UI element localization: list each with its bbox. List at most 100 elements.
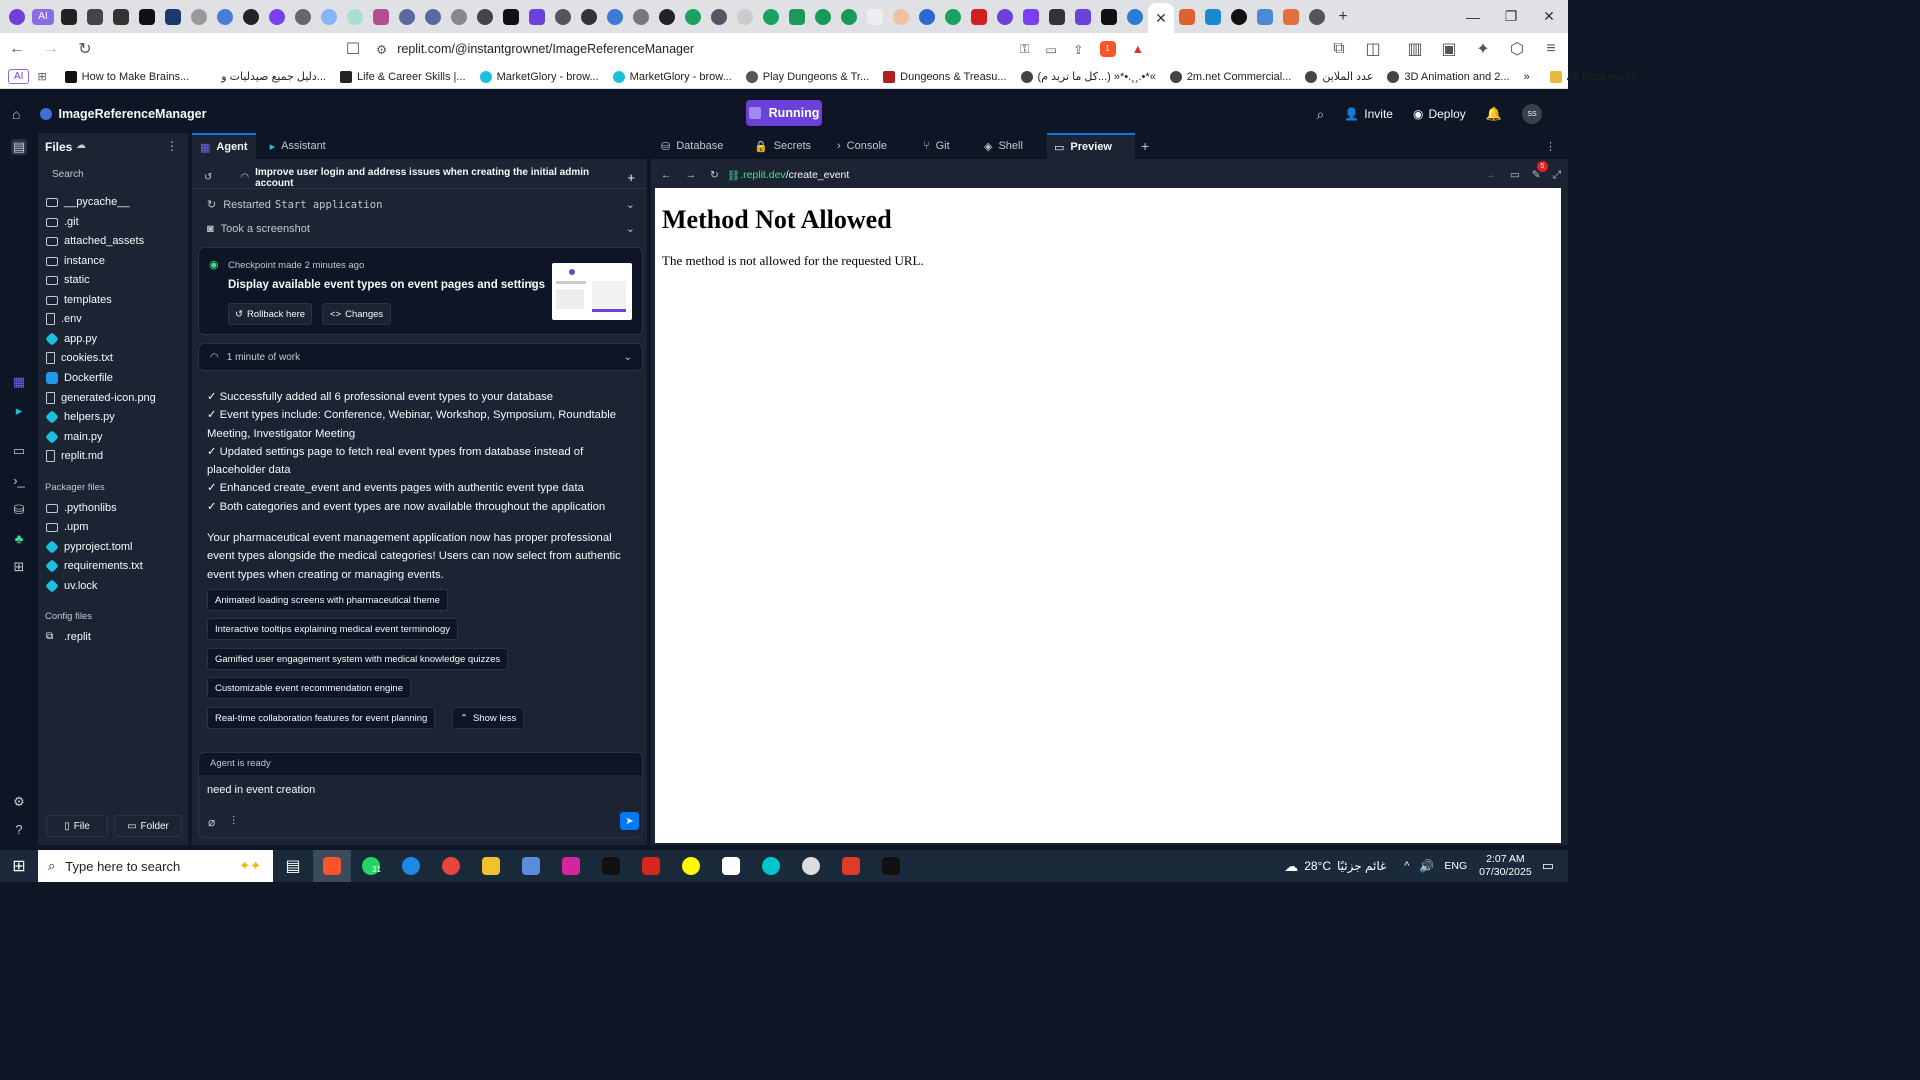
bookmark-item[interactable]: عدد الملاين — [1305, 70, 1373, 83]
chat-input[interactable]: need in event creation — [207, 784, 627, 796]
file-search-input[interactable]: Search — [45, 166, 179, 186]
devtools-icon[interactable]: ✎ 5 — [1532, 161, 1548, 181]
restore-button[interactable]: ❐ — [1492, 8, 1530, 25]
kebab-icon[interactable]: ⋮ — [1545, 133, 1556, 159]
share-icon[interactable]: ⇪ — [1073, 42, 1083, 57]
file-item[interactable]: Dockerfile — [46, 369, 113, 387]
reload-icon[interactable]: ↻ — [74, 39, 96, 59]
chevron-down-icon[interactable]: ⌄ — [626, 222, 635, 235]
tab-favicon[interactable] — [992, 4, 1018, 30]
ai-app-icon[interactable] — [718, 855, 744, 877]
tab-favicon[interactable] — [1122, 4, 1148, 30]
home-icon[interactable]: ⌂ — [12, 106, 20, 122]
assistant-icon[interactable]: ▸ — [11, 403, 27, 419]
project-name[interactable]: ImageReferenceManager — [58, 107, 206, 121]
volume-icon[interactable]: 🔊 — [1419, 859, 1434, 873]
chevron-down-icon[interactable]: ⌄ — [626, 198, 635, 211]
tab-favicon[interactable] — [1096, 4, 1122, 30]
tray-chevron-icon[interactable]: ^ — [1404, 860, 1409, 872]
bookmark-item[interactable]: How to Make Brains... — [64, 70, 189, 83]
folder-item[interactable]: static — [46, 271, 90, 289]
snapchat-icon[interactable] — [678, 855, 704, 877]
chatgpt-icon[interactable] — [798, 855, 824, 877]
tab-favicon[interactable] — [420, 4, 446, 30]
tab-favicon[interactable] — [602, 4, 628, 30]
folder-item[interactable]: __pycache__ — [46, 193, 129, 211]
tab-favicon[interactable] — [1226, 4, 1252, 30]
attach-icon[interactable]: ⌀ — [208, 815, 215, 829]
extensions-icon[interactable]: ⧉ — [1328, 40, 1350, 58]
open-external-icon[interactable]: ⤢ — [1553, 169, 1561, 182]
address-bar[interactable]: ⚙ replit.com/@instantgrownet/ImageRefere… — [376, 35, 1152, 63]
tab-ai[interactable]: AI — [30, 4, 56, 30]
help-icon[interactable]: ⚙ — [11, 794, 27, 810]
back-icon[interactable]: ← — [661, 169, 672, 181]
tab-favicon[interactable] — [862, 4, 888, 30]
tab-favicon[interactable] — [628, 4, 654, 30]
tab-favicon[interactable] — [576, 4, 602, 30]
file-item[interactable]: main.py — [45, 428, 103, 446]
tab-favicon[interactable] — [56, 4, 82, 30]
sync-icon[interactable]: ☁ — [76, 140, 86, 151]
url-host[interactable]: .replit.dev — [740, 169, 786, 181]
question-icon[interactable]: ? — [11, 822, 27, 838]
all-bookmarks-folder[interactable]: All Bookmarks — [1549, 70, 1637, 83]
file-item[interactable]: generated-icon.png — [46, 389, 156, 407]
chevron-down-icon[interactable]: ⌄ — [624, 352, 632, 363]
send-button[interactable]: ➤ — [620, 812, 639, 830]
canva-icon[interactable] — [758, 855, 784, 877]
whatsapp-icon[interactable]: 31 — [358, 855, 384, 877]
run-button[interactable]: Running — [746, 100, 822, 126]
folder-item[interactable]: instance — [46, 252, 105, 270]
clock[interactable]: 2:07 AM 07/30/2025 — [1479, 853, 1532, 879]
bookmark-item[interactable]: Dungeons & Treasu... — [883, 70, 1007, 83]
tab-console[interactable]: › Console — [837, 133, 887, 159]
folder-item[interactable]: templates — [46, 291, 112, 309]
bell-icon[interactable]: 🔔 — [1486, 106, 1502, 122]
tab-favicon[interactable] — [160, 4, 186, 30]
tab-favicon[interactable] — [446, 4, 472, 30]
preview-icon[interactable]: ▭ — [11, 443, 27, 459]
deploy-button[interactable]: ◉ Deploy — [1413, 107, 1466, 121]
go-arrow-icon[interactable]: → — [1485, 169, 1496, 181]
tab-favicon[interactable] — [82, 4, 108, 30]
address-text[interactable]: replit.com/@instantgrownet/ImageReferenc… — [397, 42, 694, 56]
tab-favicon[interactable] — [1044, 4, 1070, 30]
menu-icon[interactable]: ≡ — [1540, 40, 1562, 58]
minimize-button[interactable]: — — [1454, 9, 1492, 25]
reload-icon[interactable]: ↻ — [710, 169, 719, 181]
tab-shell[interactable]: ◈ Shell — [984, 133, 1023, 159]
work-summary[interactable]: ◠ 1 minute of work ⌄ — [198, 343, 643, 371]
new-file-button[interactable]: ▯ File — [46, 815, 108, 837]
file-item[interactable]: uv.lock — [45, 577, 97, 595]
rollback-button[interactable]: ↺ Rollback here — [228, 303, 313, 325]
file-item[interactable]: helpers.py — [45, 408, 115, 426]
leo-icon[interactable]: ◫ — [1362, 39, 1384, 59]
tab-favicon[interactable] — [524, 4, 550, 30]
tab-favicon[interactable] — [4, 4, 30, 30]
search-icon[interactable]: ⌕ — [1316, 106, 1324, 123]
tab-favicon[interactable] — [238, 4, 264, 30]
app-icon[interactable] — [518, 855, 544, 877]
tab-favicon[interactable] — [186, 4, 212, 30]
restarted-row[interactable]: ↻ Restarted Start application ⌄ — [207, 198, 635, 212]
bookmark-item[interactable]: Play Dungeons & Tr... — [745, 70, 869, 83]
forward-icon[interactable]: → — [40, 40, 62, 58]
tab-favicon[interactable] — [342, 4, 368, 30]
tab-favicon[interactable] — [368, 4, 394, 30]
capcut-icon[interactable] — [878, 855, 904, 877]
file-explorer-icon[interactable] — [478, 855, 504, 877]
tab-assistant[interactable]: ▸ Assistant — [256, 133, 340, 159]
file-item[interactable]: replit.md — [46, 447, 103, 465]
file-item[interactable]: .env — [46, 310, 82, 328]
ai-bookmark[interactable]: AI — [8, 69, 30, 84]
weather-desc[interactable]: غائم جزئيًا — [1337, 859, 1386, 873]
show-less-button[interactable]: ⌃ Show less — [452, 707, 525, 729]
file-item[interactable]: ⧉ .replit — [46, 628, 91, 646]
ai-sparkle-icon[interactable]: ✦ — [1472, 39, 1494, 59]
acrobat-icon[interactable] — [638, 855, 664, 877]
tab-favicon[interactable] — [108, 4, 134, 30]
brave-rewards-icon[interactable]: ▲ — [1132, 42, 1144, 56]
tab-favicon[interactable] — [472, 4, 498, 30]
tab-favicon[interactable] — [810, 4, 836, 30]
